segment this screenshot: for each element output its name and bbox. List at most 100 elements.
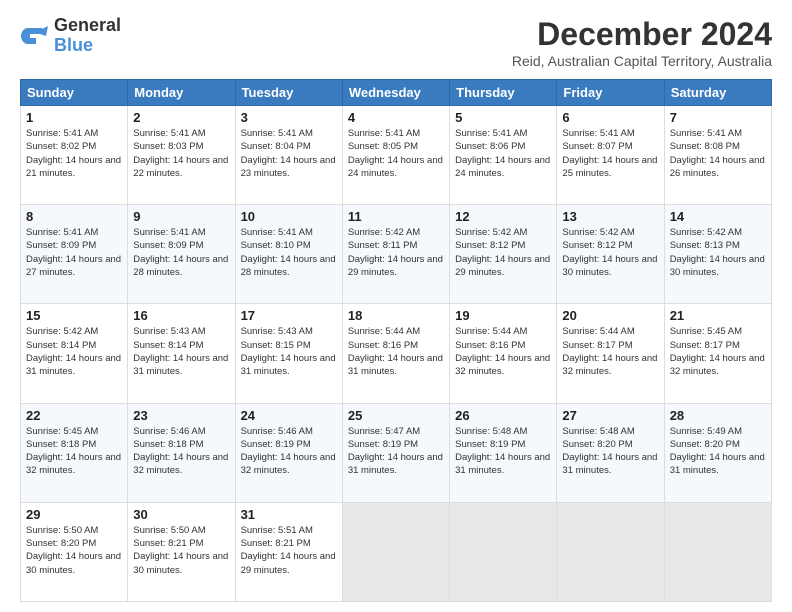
table-row: 3 Sunrise: 5:41 AMSunset: 8:04 PMDayligh…: [235, 106, 342, 205]
day-number: 31: [241, 507, 337, 522]
day-number: 18: [348, 308, 444, 323]
day-number: 22: [26, 408, 122, 423]
col-tuesday: Tuesday: [235, 80, 342, 106]
calendar-week-row: 22 Sunrise: 5:45 AMSunset: 8:18 PMDaylig…: [21, 403, 772, 502]
day-number: 9: [133, 209, 229, 224]
day-info: Sunrise: 5:42 AMSunset: 8:14 PMDaylight:…: [26, 325, 122, 378]
calendar-header-row: Sunday Monday Tuesday Wednesday Thursday…: [21, 80, 772, 106]
col-thursday: Thursday: [450, 80, 557, 106]
table-row: 15 Sunrise: 5:42 AMSunset: 8:14 PMDaylig…: [21, 304, 128, 403]
table-row: 20 Sunrise: 5:44 AMSunset: 8:17 PMDaylig…: [557, 304, 664, 403]
table-row: [450, 502, 557, 601]
day-number: 15: [26, 308, 122, 323]
calendar-week-row: 8 Sunrise: 5:41 AMSunset: 8:09 PMDayligh…: [21, 205, 772, 304]
day-info: Sunrise: 5:42 AMSunset: 8:11 PMDaylight:…: [348, 226, 444, 279]
col-monday: Monday: [128, 80, 235, 106]
day-info: Sunrise: 5:45 AMSunset: 8:17 PMDaylight:…: [670, 325, 766, 378]
table-row: 26 Sunrise: 5:48 AMSunset: 8:19 PMDaylig…: [450, 403, 557, 502]
table-row: 8 Sunrise: 5:41 AMSunset: 8:09 PMDayligh…: [21, 205, 128, 304]
calendar-week-row: 1 Sunrise: 5:41 AMSunset: 8:02 PMDayligh…: [21, 106, 772, 205]
logo-text: General Blue: [54, 16, 121, 56]
day-info: Sunrise: 5:43 AMSunset: 8:15 PMDaylight:…: [241, 325, 337, 378]
table-row: 9 Sunrise: 5:41 AMSunset: 8:09 PMDayligh…: [128, 205, 235, 304]
main-title: December 2024: [512, 16, 772, 53]
day-number: 2: [133, 110, 229, 125]
table-row: [342, 502, 449, 601]
day-number: 5: [455, 110, 551, 125]
table-row: [664, 502, 771, 601]
day-info: Sunrise: 5:41 AMSunset: 8:06 PMDaylight:…: [455, 127, 551, 180]
day-number: 27: [562, 408, 658, 423]
day-number: 6: [562, 110, 658, 125]
day-info: Sunrise: 5:43 AMSunset: 8:14 PMDaylight:…: [133, 325, 229, 378]
table-row: 21 Sunrise: 5:45 AMSunset: 8:17 PMDaylig…: [664, 304, 771, 403]
col-sunday: Sunday: [21, 80, 128, 106]
table-row: 29 Sunrise: 5:50 AMSunset: 8:20 PMDaylig…: [21, 502, 128, 601]
table-row: 17 Sunrise: 5:43 AMSunset: 8:15 PMDaylig…: [235, 304, 342, 403]
day-number: 7: [670, 110, 766, 125]
day-number: 11: [348, 209, 444, 224]
day-number: 3: [241, 110, 337, 125]
day-number: 21: [670, 308, 766, 323]
day-info: Sunrise: 5:41 AMSunset: 8:09 PMDaylight:…: [133, 226, 229, 279]
col-saturday: Saturday: [664, 80, 771, 106]
table-row: 19 Sunrise: 5:44 AMSunset: 8:16 PMDaylig…: [450, 304, 557, 403]
day-info: Sunrise: 5:41 AMSunset: 8:07 PMDaylight:…: [562, 127, 658, 180]
day-info: Sunrise: 5:47 AMSunset: 8:19 PMDaylight:…: [348, 425, 444, 478]
day-number: 17: [241, 308, 337, 323]
day-number: 1: [26, 110, 122, 125]
logo-icon: [20, 24, 50, 48]
table-row: 13 Sunrise: 5:42 AMSunset: 8:12 PMDaylig…: [557, 205, 664, 304]
day-number: 26: [455, 408, 551, 423]
title-block: December 2024 Reid, Australian Capital T…: [512, 16, 772, 69]
col-wednesday: Wednesday: [342, 80, 449, 106]
calendar-week-row: 15 Sunrise: 5:42 AMSunset: 8:14 PMDaylig…: [21, 304, 772, 403]
day-info: Sunrise: 5:41 AMSunset: 8:09 PMDaylight:…: [26, 226, 122, 279]
day-info: Sunrise: 5:42 AMSunset: 8:12 PMDaylight:…: [562, 226, 658, 279]
day-info: Sunrise: 5:48 AMSunset: 8:19 PMDaylight:…: [455, 425, 551, 478]
table-row: 1 Sunrise: 5:41 AMSunset: 8:02 PMDayligh…: [21, 106, 128, 205]
day-number: 23: [133, 408, 229, 423]
table-row: 31 Sunrise: 5:51 AMSunset: 8:21 PMDaylig…: [235, 502, 342, 601]
table-row: 27 Sunrise: 5:48 AMSunset: 8:20 PMDaylig…: [557, 403, 664, 502]
day-info: Sunrise: 5:45 AMSunset: 8:18 PMDaylight:…: [26, 425, 122, 478]
table-row: 7 Sunrise: 5:41 AMSunset: 8:08 PMDayligh…: [664, 106, 771, 205]
day-info: Sunrise: 5:42 AMSunset: 8:12 PMDaylight:…: [455, 226, 551, 279]
table-row: 2 Sunrise: 5:41 AMSunset: 8:03 PMDayligh…: [128, 106, 235, 205]
table-row: 24 Sunrise: 5:46 AMSunset: 8:19 PMDaylig…: [235, 403, 342, 502]
table-row: 23 Sunrise: 5:46 AMSunset: 8:18 PMDaylig…: [128, 403, 235, 502]
day-info: Sunrise: 5:41 AMSunset: 8:02 PMDaylight:…: [26, 127, 122, 180]
day-info: Sunrise: 5:44 AMSunset: 8:16 PMDaylight:…: [455, 325, 551, 378]
day-info: Sunrise: 5:51 AMSunset: 8:21 PMDaylight:…: [241, 524, 337, 577]
table-row: 16 Sunrise: 5:43 AMSunset: 8:14 PMDaylig…: [128, 304, 235, 403]
table-row: [557, 502, 664, 601]
day-info: Sunrise: 5:50 AMSunset: 8:20 PMDaylight:…: [26, 524, 122, 577]
table-row: 10 Sunrise: 5:41 AMSunset: 8:10 PMDaylig…: [235, 205, 342, 304]
table-row: 30 Sunrise: 5:50 AMSunset: 8:21 PMDaylig…: [128, 502, 235, 601]
day-info: Sunrise: 5:41 AMSunset: 8:05 PMDaylight:…: [348, 127, 444, 180]
day-info: Sunrise: 5:49 AMSunset: 8:20 PMDaylight:…: [670, 425, 766, 478]
day-number: 25: [348, 408, 444, 423]
day-number: 14: [670, 209, 766, 224]
day-number: 10: [241, 209, 337, 224]
day-number: 29: [26, 507, 122, 522]
calendar-table: Sunday Monday Tuesday Wednesday Thursday…: [20, 79, 772, 602]
day-info: Sunrise: 5:44 AMSunset: 8:17 PMDaylight:…: [562, 325, 658, 378]
day-number: 19: [455, 308, 551, 323]
table-row: 22 Sunrise: 5:45 AMSunset: 8:18 PMDaylig…: [21, 403, 128, 502]
table-row: 14 Sunrise: 5:42 AMSunset: 8:13 PMDaylig…: [664, 205, 771, 304]
table-row: 6 Sunrise: 5:41 AMSunset: 8:07 PMDayligh…: [557, 106, 664, 205]
day-number: 16: [133, 308, 229, 323]
header: General Blue December 2024 Reid, Austral…: [20, 16, 772, 69]
day-number: 13: [562, 209, 658, 224]
table-row: 12 Sunrise: 5:42 AMSunset: 8:12 PMDaylig…: [450, 205, 557, 304]
day-info: Sunrise: 5:44 AMSunset: 8:16 PMDaylight:…: [348, 325, 444, 378]
day-info: Sunrise: 5:46 AMSunset: 8:18 PMDaylight:…: [133, 425, 229, 478]
table-row: 4 Sunrise: 5:41 AMSunset: 8:05 PMDayligh…: [342, 106, 449, 205]
subtitle: Reid, Australian Capital Territory, Aust…: [512, 53, 772, 69]
day-info: Sunrise: 5:41 AMSunset: 8:04 PMDaylight:…: [241, 127, 337, 180]
day-number: 4: [348, 110, 444, 125]
day-number: 28: [670, 408, 766, 423]
day-number: 12: [455, 209, 551, 224]
logo: General Blue: [20, 16, 121, 56]
